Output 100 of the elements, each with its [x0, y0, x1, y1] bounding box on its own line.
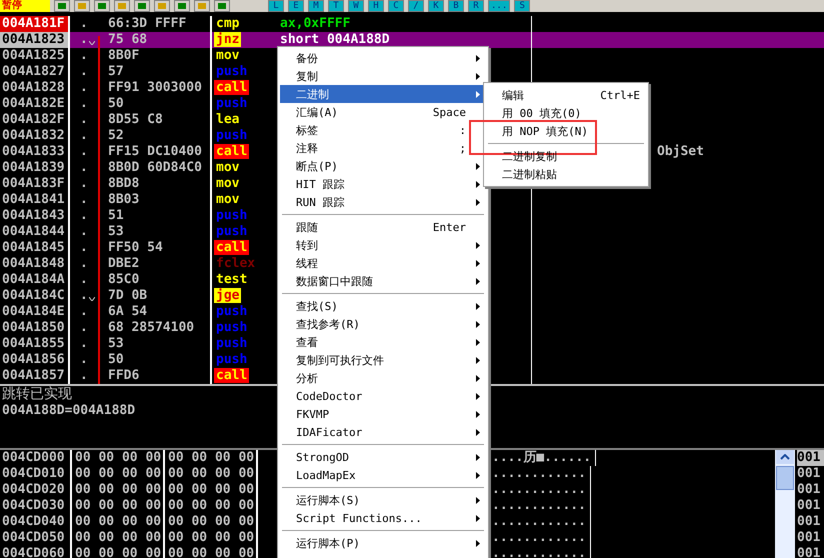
hex-bytes: 00 00 00 00	[165, 450, 258, 466]
hex-bytes: 8B0D 60D84C0	[104, 160, 212, 176]
row-marker: .	[80, 320, 88, 336]
row-marker: .	[80, 368, 88, 384]
mnemonic: cmp	[215, 16, 240, 31]
address[interactable]: 004A1827	[0, 64, 70, 80]
toolbar-button[interactable]: W	[348, 0, 364, 12]
menu-item[interactable]: 复制到可执行文件	[280, 351, 486, 369]
menu-item[interactable]: CodeDoctor	[280, 387, 486, 405]
address[interactable]: 004A1823	[0, 32, 70, 48]
address[interactable]: 004A184A	[0, 272, 70, 288]
mnemonic: mov	[215, 48, 240, 63]
toolbar-button[interactable]	[194, 0, 210, 12]
address[interactable]: 004A1848	[0, 256, 70, 272]
address[interactable]: 004A1825	[0, 48, 70, 64]
address[interactable]: 004A1832	[0, 128, 70, 144]
menu-item[interactable]: 查找(S)	[280, 297, 486, 315]
toolbar-button[interactable]	[154, 0, 170, 12]
info-text: 跳转已实现	[2, 386, 72, 402]
toolbar-button[interactable]	[94, 0, 110, 12]
hex-bytes: 7D 0B	[104, 288, 212, 304]
address[interactable]: 004A182F	[0, 112, 70, 128]
menu-item[interactable]: 复制	[280, 67, 486, 85]
menu-item[interactable]: 汇编(A) Space	[280, 103, 486, 121]
menu-item[interactable]: FKVMP	[280, 405, 486, 423]
toolbar-button[interactable]: L	[268, 0, 284, 12]
scroll-up-button[interactable]	[776, 450, 794, 464]
address[interactable]: 004A1843	[0, 208, 70, 224]
menu-item[interactable]: IDAFicator	[280, 423, 486, 441]
scroll-thumb[interactable]	[776, 466, 794, 490]
menu-item[interactable]: 查看	[280, 333, 486, 351]
menu-item[interactable]: RUN 跟踪	[280, 193, 486, 211]
menu-item[interactable]: 数据窗口中跟随	[280, 272, 486, 290]
menu-item[interactable]: 二进制	[280, 85, 486, 103]
menu-item[interactable]: 用 00 填充(0)	[486, 104, 646, 122]
toolbar-button[interactable]: T	[328, 0, 344, 12]
hex-bytes: 8B0F	[104, 48, 212, 64]
address[interactable]: 004A182E	[0, 96, 70, 112]
menu-item[interactable]: 转到	[280, 236, 486, 254]
menu-item[interactable]: StrongOD	[280, 448, 486, 466]
menu-item[interactable]: 查找参考(R)	[280, 315, 486, 333]
stack-address: 001	[797, 450, 820, 465]
mnemonic: call	[214, 80, 250, 95]
caret-up-icon	[780, 454, 790, 460]
toolbar-button[interactable]	[74, 0, 90, 12]
toolbar-button[interactable]: K	[428, 0, 444, 12]
toolbar-button[interactable]: M	[308, 0, 324, 12]
toolbar-button[interactable]	[134, 0, 150, 12]
menu-item[interactable]: 运行脚本(P)	[280, 534, 486, 552]
toolbar-button[interactable]	[114, 0, 130, 12]
address[interactable]: 004A184C	[0, 288, 70, 304]
address[interactable]: 004A1856	[0, 352, 70, 368]
address[interactable]: 004A1845	[0, 240, 70, 256]
address[interactable]: 004A181F	[0, 16, 70, 32]
address[interactable]: 004A1844	[0, 224, 70, 240]
menu-item[interactable]: 标签 :	[280, 121, 486, 139]
menu-item[interactable]: HIT 跟踪	[280, 175, 486, 193]
toolbar-button[interactable]	[174, 0, 190, 12]
toolbar-button[interactable]: E	[288, 0, 304, 12]
address[interactable]: 004A1841	[0, 192, 70, 208]
address[interactable]: 004A1833	[0, 144, 70, 160]
row-marker: .	[80, 256, 88, 272]
hex-bytes: FF15 DC10400	[104, 144, 212, 160]
menu-item[interactable]: 运行脚本(S)	[280, 491, 486, 509]
menu-item[interactable]: 断点(P)	[280, 157, 486, 175]
address[interactable]: 004A184E	[0, 304, 70, 320]
toolbar-button[interactable]: H	[368, 0, 384, 12]
menu-item[interactable]: 编辑 Ctrl+E	[486, 86, 646, 104]
info-text: 004A188D=004A188D	[2, 403, 136, 418]
menu-item[interactable]: Script Functions...	[280, 509, 486, 527]
mnemonic: push	[215, 64, 248, 79]
toolbar-button[interactable]: R	[468, 0, 484, 12]
row-marker: .	[80, 128, 88, 144]
address[interactable]: 004A1839	[0, 160, 70, 176]
toolbar-button[interactable]	[54, 0, 70, 12]
toolbar-button[interactable]: /	[408, 0, 424, 12]
address[interactable]: 004A183F	[0, 176, 70, 192]
menu-item[interactable]: 备份	[280, 49, 486, 67]
address[interactable]: 004A1857	[0, 368, 70, 384]
address: 004CD000	[0, 450, 72, 466]
menu-item[interactable]: 线程	[280, 254, 486, 272]
hex-bytes: 53	[104, 224, 212, 240]
toolbar-button[interactable]: S	[514, 0, 530, 12]
row-marker: .	[80, 112, 88, 128]
menu-item[interactable]: LoadMapEx	[280, 466, 486, 484]
scrollbar[interactable]	[775, 450, 795, 558]
hex-bytes: 00 00 00 00	[165, 466, 258, 482]
toolbar-button[interactable]: ...	[488, 0, 510, 12]
menu-item[interactable]: 跟随 Enter	[280, 218, 486, 236]
menu-item[interactable]: 分析	[280, 369, 486, 387]
address[interactable]: 004A1828	[0, 80, 70, 96]
address[interactable]: 004A1855	[0, 336, 70, 352]
menu-item[interactable]: 二进制粘贴	[486, 165, 646, 183]
address[interactable]: 004A1850	[0, 320, 70, 336]
menu-item[interactable]: 注释 ;	[280, 139, 486, 157]
toolbar-button[interactable]: B	[448, 0, 464, 12]
toolbar-button[interactable]: C	[388, 0, 404, 12]
toolbar-button[interactable]	[214, 0, 230, 12]
row-marker: .	[80, 336, 88, 352]
mnemonic: push	[215, 304, 248, 319]
